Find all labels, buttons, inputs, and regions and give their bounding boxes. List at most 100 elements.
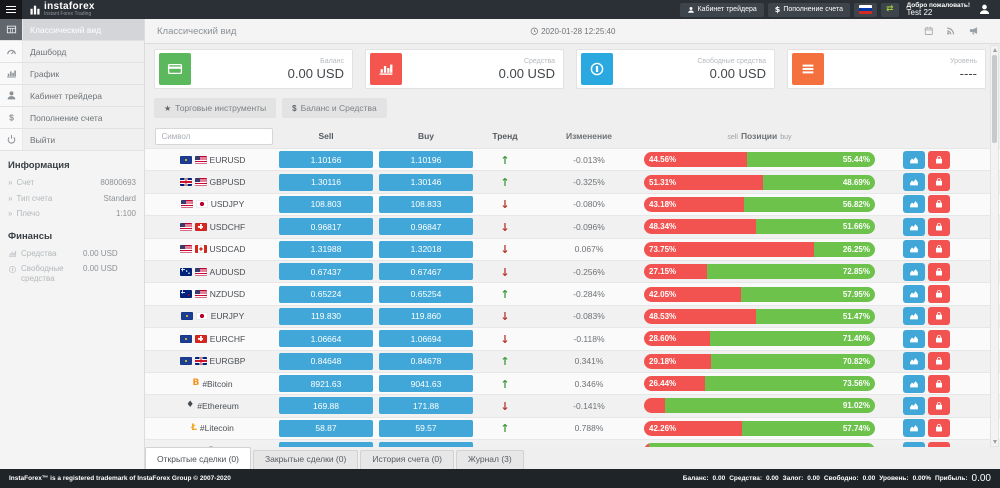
sell-price-button[interactable]: 1.31988: [279, 241, 373, 258]
sell-price-button[interactable]: [279, 442, 373, 447]
sell-price-button[interactable]: 108.803: [279, 196, 373, 213]
open-trade-button[interactable]: [928, 442, 950, 447]
user-avatar-icon[interactable]: [978, 3, 991, 16]
trading-instruments-button[interactable]: ★ Торговые инструменты: [154, 98, 276, 118]
open-chart-button[interactable]: [903, 173, 925, 191]
litecoin-icon: Ł: [191, 424, 197, 433]
bottom-tab[interactable]: История счета (0): [360, 450, 454, 469]
buy-price-button[interactable]: 0.84678: [379, 353, 473, 370]
buy-price-button[interactable]: 0.67467: [379, 263, 473, 280]
buy-price-button[interactable]: [379, 442, 473, 447]
sell-price-button[interactable]: 169.88: [279, 397, 373, 414]
open-chart-button[interactable]: [903, 419, 925, 437]
buy-price-button[interactable]: 9041.63: [379, 375, 473, 392]
balance-funds-button[interactable]: $ Баланс и Средства: [282, 98, 387, 118]
sell-price-button[interactable]: 119.830: [279, 308, 373, 325]
open-chart-button[interactable]: [903, 330, 925, 348]
open-trade-button[interactable]: [928, 375, 950, 393]
open-trade-button[interactable]: [928, 397, 950, 415]
open-trade-button[interactable]: [928, 352, 950, 370]
open-chart-button[interactable]: [903, 375, 925, 393]
buy-price-button[interactable]: 0.65254: [379, 286, 473, 303]
sell-price-button[interactable]: 0.84648: [279, 353, 373, 370]
change-percent: -0.256%: [534, 267, 644, 277]
scrollbar-thumb[interactable]: [992, 55, 997, 143]
trend-down-icon: ↓: [500, 310, 509, 323]
sidebar-item[interactable]: Выйти: [0, 129, 144, 151]
open-trade-button[interactable]: [928, 419, 950, 437]
positions-column-header: sell Позиции buy: [644, 131, 903, 141]
vertical-scrollbar[interactable]: [990, 45, 999, 447]
open-chart-button[interactable]: [903, 352, 925, 370]
sell-price-button[interactable]: 0.65224: [279, 286, 373, 303]
bottom-tab[interactable]: Журнал (3): [456, 450, 524, 469]
quote-row: ♦#Ethereum169.88171.88↓-0.141%91.02%: [145, 394, 1000, 416]
megaphone-icon[interactable]: [969, 26, 979, 36]
sell-price-button[interactable]: 8921.63: [279, 375, 373, 392]
open-chart-button[interactable]: [903, 218, 925, 236]
buy-price-button[interactable]: 1.10196: [379, 151, 473, 168]
open-trade-button[interactable]: [928, 218, 950, 236]
open-trade-button[interactable]: [928, 195, 950, 213]
sidebar-item-label: Пополнение счета: [23, 107, 144, 128]
open-trade-button[interactable]: [928, 330, 950, 348]
sell-price-button[interactable]: 1.30116: [279, 174, 373, 191]
menu-toggle-button[interactable]: [0, 0, 22, 19]
user-icon: [687, 6, 695, 14]
sell-percent-label: 42.26%: [644, 424, 676, 433]
buy-price-button[interactable]: 108.833: [379, 196, 473, 213]
trader-cabinet-button[interactable]: Кабинет трейдера: [680, 3, 764, 17]
sidebar-item[interactable]: Дашборд: [0, 41, 144, 63]
open-trade-button[interactable]: [928, 285, 950, 303]
sell-price-button[interactable]: 0.67437: [279, 263, 373, 280]
scrollbar-down-arrow[interactable]: [993, 440, 997, 444]
sell-price-button[interactable]: 0.96817: [279, 218, 373, 235]
buy-price-button[interactable]: 119.860: [379, 308, 473, 325]
sell-price-button[interactable]: 1.10166: [279, 151, 373, 168]
open-trade-button[interactable]: [928, 240, 950, 258]
buy-price-button[interactable]: 0.96847: [379, 218, 473, 235]
open-trade-button[interactable]: [928, 307, 950, 325]
credit-card-icon: [167, 61, 183, 77]
symbol-search-input[interactable]: [155, 128, 273, 145]
buy-price-button[interactable]: 171.88: [379, 397, 473, 414]
sidebar-item[interactable]: Кабинет трейдера: [0, 85, 144, 107]
sidebar-item[interactable]: $Пополнение счета: [0, 107, 144, 129]
language-flag-button[interactable]: [854, 3, 877, 17]
quote-row: EURJPY119.830119.860↓-0.083%48.53%51.47%: [145, 305, 1000, 327]
buy-price-button[interactable]: 1.32018: [379, 241, 473, 258]
brand-logo[interactable]: instaforex Instant Forex Trading: [29, 2, 95, 17]
open-chart-button[interactable]: [903, 151, 925, 169]
sidebar-item[interactable]: Классический вид: [0, 19, 144, 41]
footer-stats: Баланс:0.00Средства:0.00Залог:0.00Свобод…: [683, 473, 991, 484]
open-trade-button[interactable]: [928, 173, 950, 191]
us-flag-icon: [180, 223, 192, 231]
card-label: Баланс: [191, 57, 344, 66]
sell-price-button[interactable]: 1.06664: [279, 330, 373, 347]
open-chart-button[interactable]: [903, 240, 925, 258]
sell-price-button[interactable]: 58.87: [279, 420, 373, 437]
ch-flag-icon: [195, 335, 207, 343]
sell-percent-label: 73.75%: [644, 245, 676, 254]
buy-price-button[interactable]: 1.30146: [379, 174, 473, 191]
bottom-tab[interactable]: Открытые сделки (0): [145, 447, 251, 469]
calendar-icon[interactable]: [924, 26, 934, 36]
exchange-rates-button[interactable]: ⇄: [881, 3, 899, 17]
open-chart-button[interactable]: [903, 442, 925, 447]
open-chart-button[interactable]: [903, 397, 925, 415]
deposit-button[interactable]: $ Пополнение счета: [768, 3, 850, 17]
open-chart-button[interactable]: [903, 195, 925, 213]
open-chart-button[interactable]: [903, 285, 925, 303]
bottom-tab[interactable]: Закрытые сделки (0): [253, 450, 358, 469]
open-chart-button[interactable]: [903, 307, 925, 325]
open-chart-button[interactable]: [903, 263, 925, 281]
sidebar-item[interactable]: График: [0, 63, 144, 85]
open-trade-button[interactable]: [928, 151, 950, 169]
buy-price-button[interactable]: 1.06694: [379, 330, 473, 347]
scrollbar-up-arrow[interactable]: [993, 48, 997, 52]
crypto-icon: ●: [207, 446, 215, 447]
area-chart-icon: [909, 379, 919, 389]
buy-price-button[interactable]: 59.57: [379, 420, 473, 437]
open-trade-button[interactable]: [928, 263, 950, 281]
rss-icon[interactable]: [946, 26, 956, 36]
